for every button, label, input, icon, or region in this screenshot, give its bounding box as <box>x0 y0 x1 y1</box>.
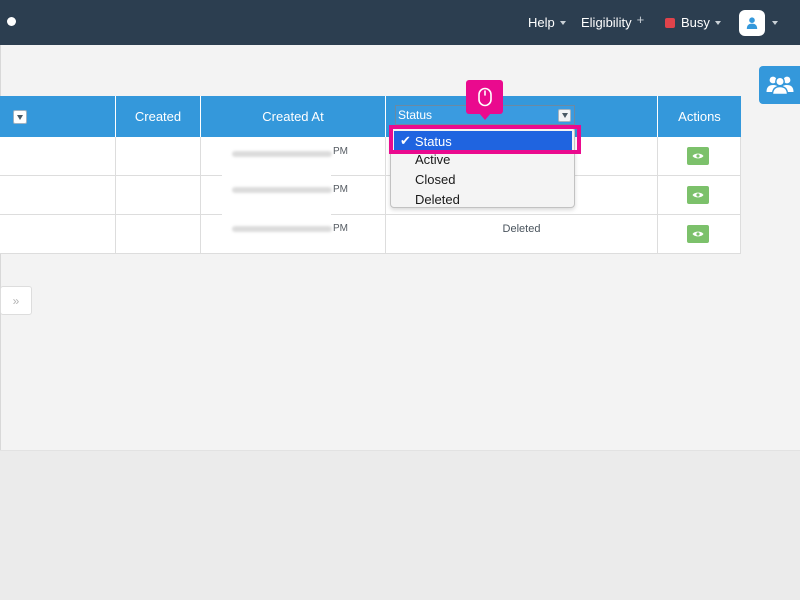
view-button[interactable] <box>687 225 709 243</box>
busy-status-indicator <box>665 17 675 28</box>
status-option-active[interactable]: Active <box>415 152 450 167</box>
select-all-dropdown[interactable] <box>13 110 27 124</box>
table-row: PM <box>0 137 741 176</box>
redacted-created-at <box>232 151 332 157</box>
column-header-created-label: Created <box>134 109 182 124</box>
chevron-down-icon <box>17 114 23 120</box>
eye-icon <box>692 153 704 159</box>
status-option-deleted[interactable]: Deleted <box>415 192 460 207</box>
column-divider <box>115 176 116 214</box>
eye-icon <box>692 192 704 198</box>
click-highlight-box <box>389 125 581 154</box>
double-chevron-right-icon: » <box>12 293 20 308</box>
view-button[interactable] <box>687 186 709 204</box>
status-filter-value: Status <box>398 108 433 122</box>
chevron-down-icon <box>558 109 571 122</box>
column-divider <box>200 137 201 175</box>
user-menu[interactable] <box>739 0 778 45</box>
column-divider <box>385 176 386 214</box>
help-label: Help <box>528 15 555 30</box>
status-cell-deleted: Deleted <box>502 223 541 235</box>
team-panel-button[interactable] <box>759 66 800 104</box>
click-hint-tooltip-arrow <box>479 113 491 120</box>
mouse-icon <box>477 87 492 107</box>
pagination-next-button[interactable]: » <box>0 286 32 315</box>
column-divider <box>115 215 116 253</box>
column-divider <box>657 137 658 175</box>
created-at-suffix: PM <box>333 223 348 234</box>
user-icon <box>746 16 758 29</box>
column-header-created-at[interactable]: Created At <box>201 96 386 137</box>
availability-status-label: Busy <box>681 15 710 30</box>
column-divider <box>657 215 658 253</box>
column-divider <box>200 176 201 214</box>
eye-icon <box>692 231 704 237</box>
column-divider <box>657 176 658 214</box>
page-footer-area <box>0 450 800 600</box>
avatar <box>739 9 765 36</box>
chevron-down-icon <box>772 21 778 25</box>
help-menu[interactable]: Help <box>528 0 566 45</box>
column-header-actions-label: Actions <box>678 109 721 124</box>
chevron-down-icon <box>714 21 721 25</box>
column-divider <box>200 215 201 253</box>
brand-dot-icon <box>7 17 16 26</box>
users-icon <box>766 76 793 96</box>
chevron-down-icon <box>559 21 566 25</box>
eligibility-menu[interactable]: Eligibility + <box>581 0 644 45</box>
top-navbar: Help Eligibility + Busy <box>0 0 800 45</box>
redacted-created-at <box>232 187 332 193</box>
column-divider <box>115 137 116 175</box>
availability-status-menu[interactable]: Busy <box>665 0 721 45</box>
click-hint-tooltip <box>466 80 503 114</box>
redacted-created-at <box>232 226 332 232</box>
column-header-created[interactable]: Created <box>116 96 201 137</box>
column-divider <box>385 137 386 175</box>
plus-icon: + <box>636 12 645 27</box>
column-header-actions: Actions <box>658 96 741 137</box>
view-button[interactable] <box>687 147 709 165</box>
created-at-suffix: PM <box>333 146 348 157</box>
status-option-closed[interactable]: Closed <box>415 172 455 187</box>
table-row <box>0 176 741 215</box>
column-header-created-at-label: Created At <box>262 109 324 124</box>
eligibility-label: Eligibility <box>581 15 632 30</box>
created-at-suffix: PM <box>333 184 348 195</box>
